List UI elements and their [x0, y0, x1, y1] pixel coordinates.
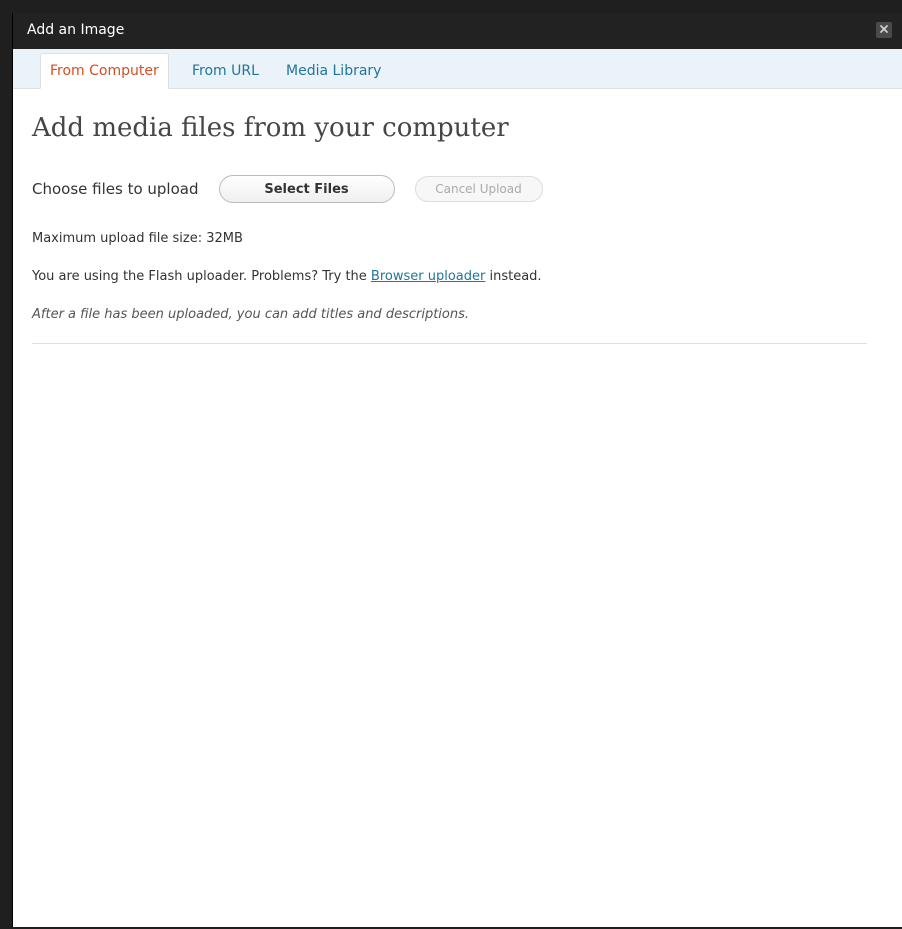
tab-label: Media Library: [286, 63, 382, 79]
choose-files-label: Choose files to upload: [32, 180, 199, 198]
flash-uploader-notice: You are using the Flash uploader. Proble…: [32, 269, 542, 284]
dialog-titlebar: Add an Image: [13, 13, 902, 49]
dialog-title: Add an Image: [27, 22, 125, 38]
tab-from-computer[interactable]: From Computer: [40, 53, 169, 89]
divider: [32, 343, 867, 344]
tab-media-library[interactable]: Media Library: [286, 53, 381, 89]
upload-controls: Choose files to upload Select Files Canc…: [32, 175, 543, 203]
upload-hint: After a file has been uploaded, you can …: [32, 307, 470, 322]
tab-label: From Computer: [50, 63, 159, 79]
browser-uploader-link[interactable]: Browser uploader: [371, 269, 485, 284]
close-icon: [879, 22, 889, 38]
close-button[interactable]: [876, 22, 892, 38]
tab-from-url[interactable]: From URL: [192, 53, 259, 89]
flash-notice-prefix: You are using the Flash uploader. Proble…: [32, 269, 371, 284]
page-title: Add media files from your computer: [32, 113, 509, 143]
max-upload-size: Maximum upload file size: 32MB: [32, 231, 243, 246]
tabs-bar: From Computer From URL Media Library: [13, 49, 902, 89]
flash-notice-suffix: instead.: [485, 269, 542, 284]
cancel-upload-button[interactable]: Cancel Upload: [414, 176, 543, 202]
select-files-button[interactable]: Select Files: [218, 175, 395, 203]
add-image-dialog: Add an Image From Computer From URL Medi…: [12, 13, 902, 927]
tab-label: From URL: [192, 63, 259, 79]
